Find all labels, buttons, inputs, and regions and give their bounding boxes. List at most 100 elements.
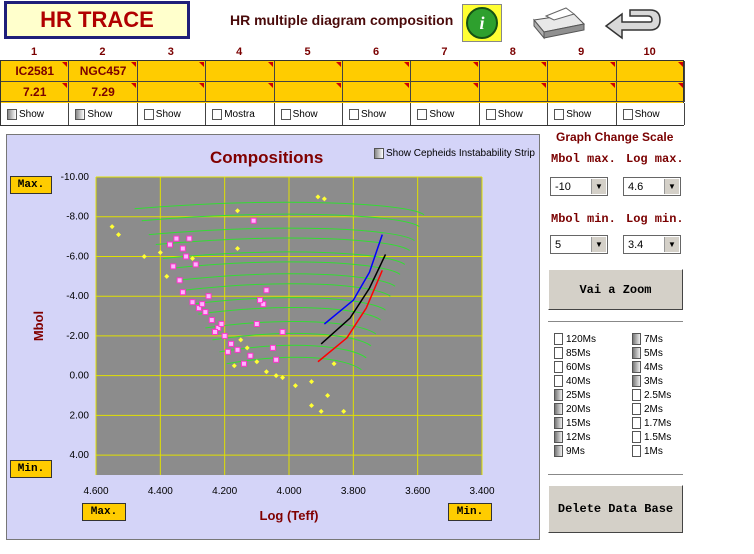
mass-track-toggle[interactable]: 20Ms <box>554 402 596 416</box>
log-max-select[interactable]: 4.6 ▼ <box>623 177 681 196</box>
mass-checkbox[interactable] <box>632 417 641 429</box>
mass-track-toggle[interactable]: 2.5Ms <box>632 388 671 402</box>
data-point-ic2581 <box>234 346 241 353</box>
mass-checkbox[interactable] <box>554 417 563 429</box>
mass-checkbox[interactable] <box>554 333 563 345</box>
slot-number: 9 <box>578 46 585 58</box>
mbol-min-value: 5 <box>555 238 562 251</box>
mass-track-toggle[interactable]: 120Ms <box>554 332 596 346</box>
chevron-down-icon[interactable]: ▼ <box>664 237 679 252</box>
y-tick-label: -6.00 <box>66 251 89 262</box>
mbol-min-select[interactable]: 5 ▼ <box>550 235 608 254</box>
mass-label: 1Ms <box>644 445 663 457</box>
slot-cluster-name[interactable] <box>548 61 617 82</box>
data-point-ic2581 <box>208 317 215 324</box>
chevron-down-icon[interactable]: ▼ <box>591 237 606 252</box>
mass-track-toggle[interactable]: 85Ms <box>554 346 596 360</box>
comment-marker <box>609 62 615 67</box>
data-point-ic2581 <box>228 340 235 347</box>
mass-checkbox[interactable] <box>632 347 641 359</box>
mbol-max-label: Mbol max. <box>551 152 616 166</box>
show-checkbox[interactable] <box>554 108 565 120</box>
mass-label: 4Ms <box>644 361 663 373</box>
mass-label: 15Ms <box>566 417 591 429</box>
mass-checkbox[interactable] <box>554 375 563 387</box>
zoom-button[interactable]: Vai a Zoom <box>548 269 683 310</box>
mass-checkbox[interactable] <box>632 361 641 373</box>
slot-log-age[interactable] <box>548 82 617 102</box>
mass-track-toggle[interactable]: 12Ms <box>554 430 596 444</box>
mass-checkbox[interactable] <box>554 445 563 457</box>
mass-label: 40Ms <box>566 375 591 387</box>
log-max-label: Log max. <box>626 152 684 166</box>
mass-label: 3Ms <box>644 375 663 387</box>
mass-track-toggle[interactable]: 15Ms <box>554 416 596 430</box>
mass-label: 120Ms <box>566 333 597 345</box>
data-point-ic2581 <box>205 293 212 300</box>
mass-checkbox[interactable] <box>554 389 563 401</box>
slot-show-toggle[interactable]: Show <box>548 103 617 125</box>
mbol-max-select[interactable]: -10 ▼ <box>550 177 608 196</box>
mass-checkbox[interactable] <box>632 333 641 345</box>
mass-checkbox[interactable] <box>632 445 641 457</box>
x-tick-label: 3.600 <box>405 486 430 497</box>
y-tick-label: -4.00 <box>66 291 89 302</box>
mass-track-toggle[interactable]: 5Ms <box>632 346 671 360</box>
x-tick-label: 4.400 <box>148 486 173 497</box>
mass-label: 2Ms <box>644 403 663 415</box>
y-tick-label: 4.00 <box>70 450 90 461</box>
back-button[interactable] <box>600 2 664 46</box>
log-min-select[interactable]: 3.4 ▼ <box>623 235 681 254</box>
mass-checkbox[interactable] <box>554 361 563 373</box>
data-point-ic2581 <box>212 328 219 335</box>
mass-track-toggle[interactable]: 4Ms <box>632 360 671 374</box>
mbol-min-label: Mbol min. <box>551 212 616 226</box>
mass-track-toggle[interactable]: 60Ms <box>554 360 596 374</box>
log-max-value: 4.6 <box>628 180 644 193</box>
data-point-ic2581 <box>183 253 190 260</box>
mass-track-toggle[interactable]: 1Ms <box>632 444 671 458</box>
data-point-ic2581 <box>269 344 276 351</box>
mass-label: 1.5Ms <box>644 431 672 443</box>
data-point-ic2581 <box>253 321 260 328</box>
mass-track-toggle[interactable]: 2Ms <box>632 402 671 416</box>
mass-checkbox[interactable] <box>554 347 563 359</box>
mass-tracks-left: 120Ms 85Ms 60Ms 40Ms 25Ms 20Ms 15Ms 12Ms 9Ms <box>554 332 596 458</box>
chevron-down-icon[interactable]: ▼ <box>664 179 679 194</box>
mass-label: 5Ms <box>644 347 663 359</box>
slot-cluster-name[interactable] <box>616 61 685 82</box>
mass-track-toggle[interactable]: 1.5Ms <box>632 430 671 444</box>
mass-label: 25Ms <box>566 389 591 401</box>
show-checkbox[interactable] <box>622 108 633 120</box>
mass-track-toggle[interactable]: 7Ms <box>632 332 671 346</box>
slot-show-toggle[interactable]: Show <box>616 103 685 125</box>
data-point-ic2581 <box>189 299 196 306</box>
mass-checkbox[interactable] <box>632 375 641 387</box>
mass-checkbox[interactable] <box>632 431 641 443</box>
data-point-ic2581 <box>240 360 247 367</box>
data-point-ic2581 <box>173 235 180 242</box>
data-point-ic2581 <box>224 348 231 355</box>
data-point-ic2581 <box>221 332 228 339</box>
slot-log-age[interactable] <box>616 82 685 102</box>
mass-track-toggle[interactable]: 25Ms <box>554 388 596 402</box>
chevron-down-icon[interactable]: ▼ <box>591 179 606 194</box>
mass-track-toggle[interactable]: 1.7Ms <box>632 416 671 430</box>
mass-checkbox[interactable] <box>554 403 563 415</box>
mass-checkbox[interactable] <box>554 431 563 443</box>
y-tick-label: -8.00 <box>66 212 89 223</box>
mass-checkbox[interactable] <box>632 403 641 415</box>
data-point-ic2581 <box>170 263 177 270</box>
mass-label: 85Ms <box>566 347 591 359</box>
comment-marker <box>609 83 615 88</box>
delete-database-button[interactable]: Delete Data Base <box>548 485 683 533</box>
x-tick-label: 3.400 <box>469 486 494 497</box>
mass-track-toggle[interactable]: 40Ms <box>554 374 596 388</box>
x-tick-label: 4.600 <box>83 486 108 497</box>
mass-label: 1.7Ms <box>644 417 672 429</box>
data-point-ic2581 <box>179 289 186 296</box>
mass-checkbox[interactable] <box>632 389 641 401</box>
y-tick-label: -10.00 <box>61 172 90 183</box>
mass-track-toggle[interactable]: 9Ms <box>554 444 596 458</box>
mass-track-toggle[interactable]: 3Ms <box>632 374 671 388</box>
